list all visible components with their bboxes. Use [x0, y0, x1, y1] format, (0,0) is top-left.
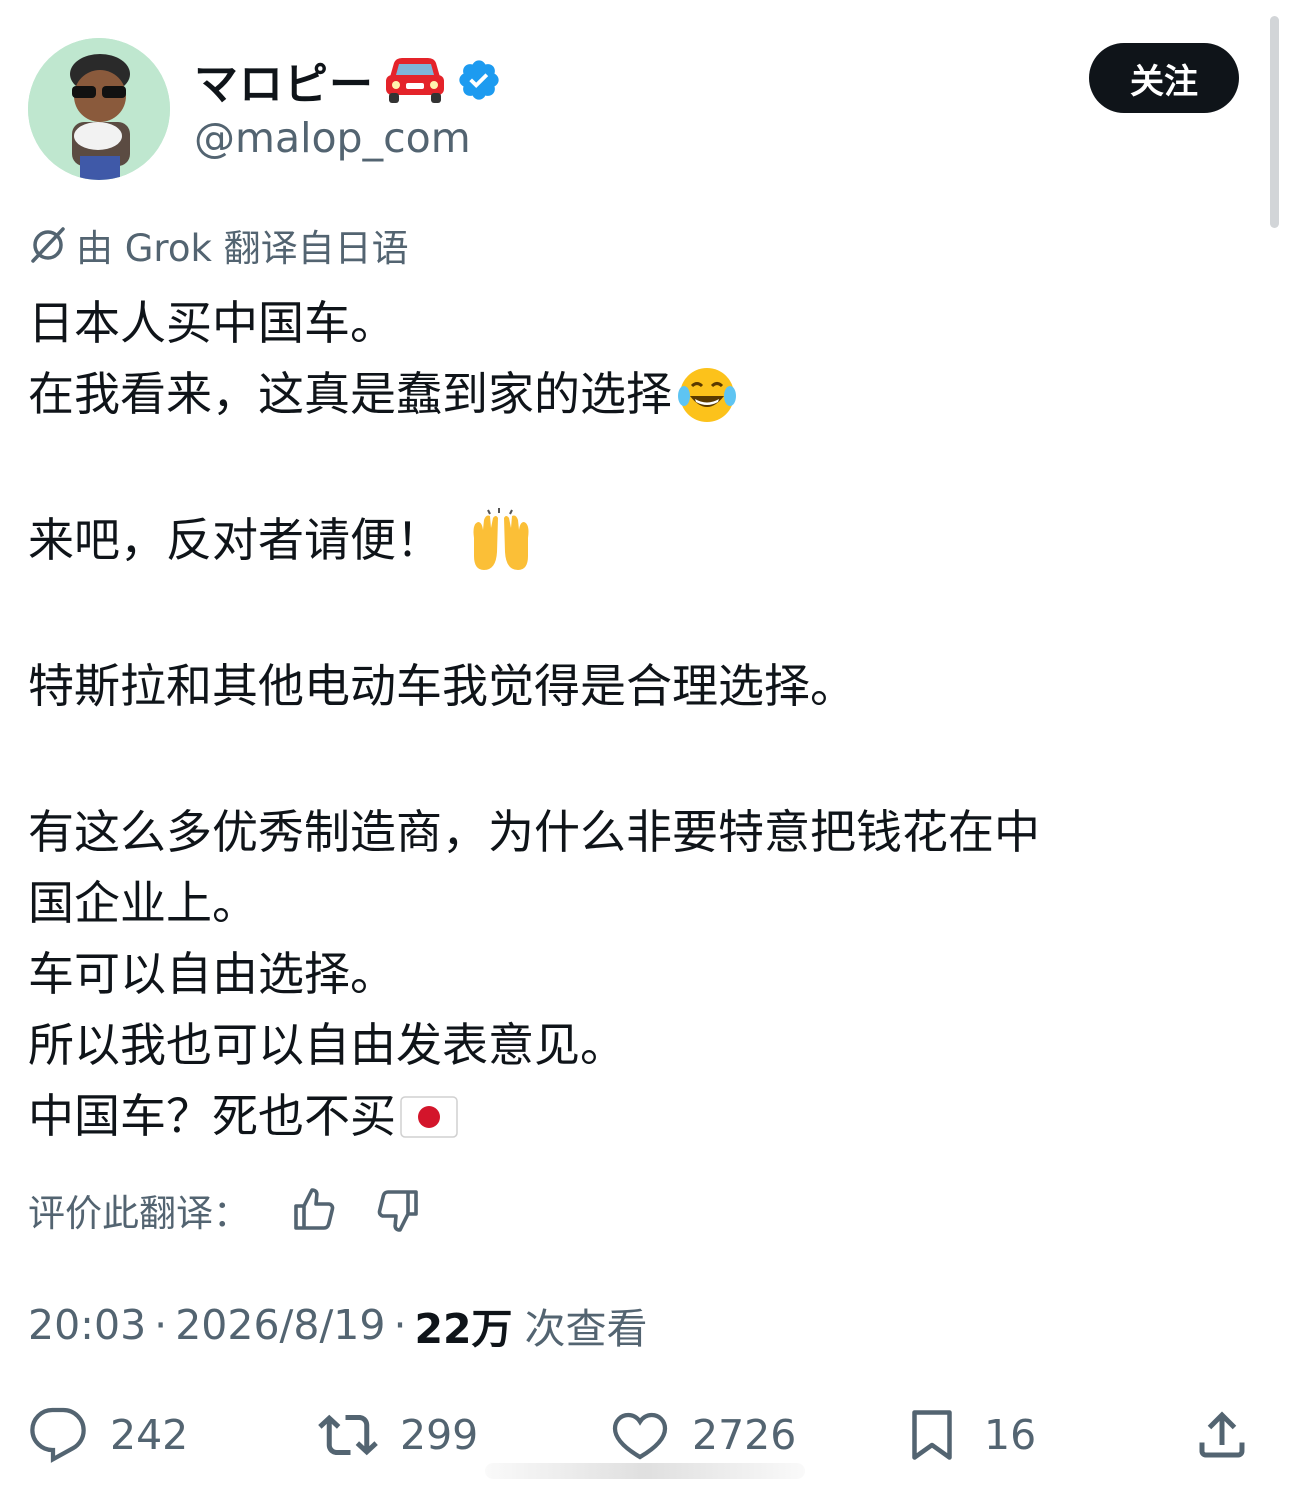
tweet-line: 国企业上。 [28, 876, 258, 930]
tweet-line: 所以我也可以自由发表意见。 [28, 1018, 626, 1072]
thumbs-down-icon[interactable] [374, 1186, 422, 1234]
rate-translation-label: 评价此翻译： [28, 1192, 250, 1235]
tweet-line: 有这么多优秀制造商，为什么非要特意把钱花在中 [28, 805, 1040, 859]
scrollbar[interactable] [1270, 16, 1279, 228]
author-handle[interactable]: @malop_com [194, 114, 471, 162]
views-count: 22万 [414, 1305, 513, 1353]
tweet-line: 在我看来，这真是蠢到家的选择 [28, 359, 1248, 430]
tweet-line: 中国车？死也不买 [28, 1081, 1248, 1152]
face-with-tears-of-joy-icon [678, 367, 736, 422]
translation-notice-text: 由 Grok 翻译自日语 [76, 227, 409, 270]
verified-badge-icon [456, 57, 502, 103]
avatar[interactable] [28, 38, 170, 180]
watermark [485, 1463, 805, 1479]
follow-button[interactable]: 关注 [1089, 43, 1239, 113]
tweet-time[interactable]: 20:03 [28, 1301, 146, 1349]
red-car-icon [382, 55, 448, 105]
author-name[interactable]: マロピー [194, 48, 374, 112]
repost-count: 299 [400, 1411, 479, 1459]
tweet-text: 日本人买中国车。 在我看来，这真是蠢到家的选择 来吧，反对者请便！ 特斯拉和其他… [28, 288, 1248, 1152]
meta-separator: · [393, 1301, 407, 1349]
tweet-line: 特斯拉和其他电动车我觉得是合理选择。 [28, 659, 856, 713]
japan-flag-icon [400, 1095, 458, 1138]
bookmark-button[interactable]: 16 [902, 1395, 1036, 1475]
repost-icon [318, 1414, 378, 1456]
reply-button[interactable]: 242 [28, 1395, 188, 1475]
reply-count: 242 [110, 1411, 189, 1459]
share-icon [1199, 1411, 1245, 1458]
raising-hands-icon [473, 507, 529, 570]
tweet-line: 日本人买中国车。 [28, 296, 396, 350]
share-button[interactable] [1192, 1395, 1252, 1475]
like-count: 2726 [692, 1411, 797, 1459]
rate-translation: 评价此翻译： [28, 1180, 422, 1240]
views-label: 次查看 [524, 1305, 648, 1353]
avatar-illustration [28, 38, 170, 180]
repost-button[interactable]: 299 [318, 1395, 478, 1475]
reply-icon [30, 1407, 86, 1463]
tweet-date[interactable]: 2026/8/19 [175, 1301, 385, 1349]
grok-icon [31, 227, 65, 263]
author-name-row: マロピー [194, 50, 502, 110]
meta-separator: · [154, 1301, 168, 1349]
thumbs-up-icon[interactable] [290, 1186, 338, 1234]
bookmark-icon [912, 1410, 952, 1460]
bookmark-count: 16 [984, 1411, 1037, 1459]
tweet-meta: 20:03 · 2026/8/19 · 22万 次查看 [28, 1294, 648, 1356]
translation-notice: 由 Grok 翻译自日语 [28, 218, 409, 272]
heart-icon [612, 1412, 668, 1460]
tweet-line: 车可以自由选择。 [28, 947, 396, 1001]
tweet-line: 来吧，反对者请便！ [28, 505, 1248, 576]
